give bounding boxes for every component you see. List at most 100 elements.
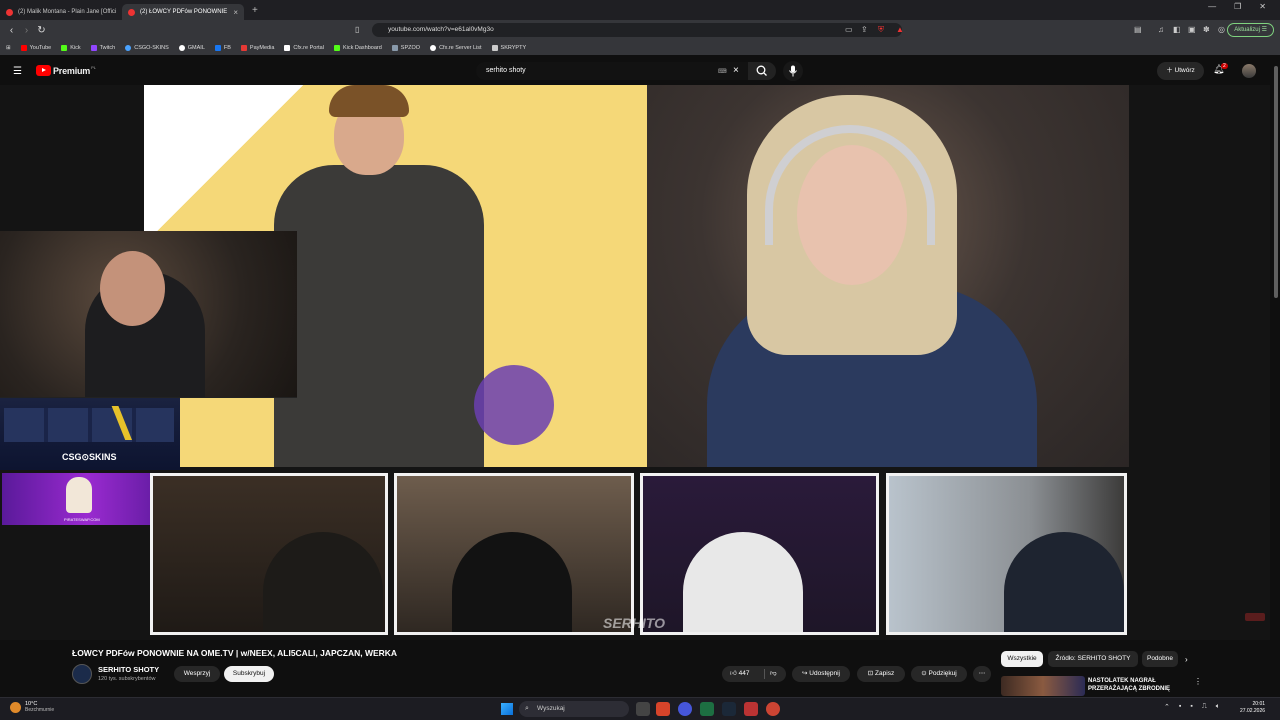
create-label: Utwórz [1174,67,1195,74]
share-icon: ↪ [802,670,808,677]
vpn-icon[interactable]: ◎ [1218,25,1225,34]
browser-tab-strip: (2) Malik Montana - Plain Jane [Offici (… [0,0,1280,20]
support-button[interactable]: Wesprzyj [174,666,220,682]
update-browser-button[interactable]: Aktualizuj ☰ [1227,23,1274,37]
close-tab-icon[interactable]: × [233,8,238,17]
wallet-icon[interactable]: ▣ [1188,25,1196,34]
bookmark-skrypty[interactable]: SKRYPTY [491,44,526,51]
logo-text: Premium [53,65,91,76]
app-icon[interactable] [744,702,758,716]
channel-avatar[interactable] [72,664,92,684]
folder-icon [391,44,398,51]
end-card-icon[interactable] [1245,613,1265,621]
bookmark-paymedia[interactable]: PayMedia [240,44,274,51]
scrollbar-thumb[interactable] [1274,66,1278,298]
brave-shield-icon[interactable]: ⛨ [878,25,884,35]
taskbar-clock[interactable]: 20:01 27.02.2026 [1240,701,1265,715]
apps-grid-icon[interactable]: ⊞ [6,45,11,51]
maximize-icon[interactable]: ❐ [1234,2,1241,11]
search-button[interactable] [748,62,776,80]
bookmark-csgo-skins[interactable]: CSGO-SKINS [125,44,169,51]
excel-icon[interactable] [700,702,714,716]
voice-search-button[interactable] [783,61,803,81]
video-player[interactable]: CSG⊙SKINS PIRATESWAP.COM SERHITO [0,85,1270,640]
bookmark-cfx-portal[interactable]: Cfx.re Portal [284,44,324,51]
like-button[interactable]: 👍︎ 447 [730,670,749,677]
url-field[interactable]: youtube.com/watch?v=e61al0vMg3o [372,23,902,37]
tray-chevron-up-icon[interactable]: ⌃ [1164,703,1170,711]
minimize-icon[interactable]: — [1208,2,1216,11]
bookmark-kick-dashboard[interactable]: Kick Dashboard [333,44,382,51]
clock-time: 20:01 [1252,701,1266,707]
thanks-label: Podziękuj [928,670,957,677]
bookmark-cfx-server-list[interactable]: Cfx.re Server List [430,44,482,51]
channel-name[interactable]: SERHITO SHOTY [98,665,159,674]
more-actions-button[interactable]: ⋯ [973,666,991,682]
tray-app-icon[interactable]: ▪ [1190,703,1192,711]
create-button[interactable]: ＋ Utwórz [1157,62,1204,80]
close-window-icon[interactable]: ✕ [1259,2,1266,11]
steam-icon[interactable] [722,702,736,716]
bookmark-spzoo[interactable]: SPZOO [391,44,420,51]
share-page-icon[interactable]: ⇪ [861,25,868,34]
more-vertical-icon[interactable]: ⋮ [1194,677,1202,686]
chevron-right-icon[interactable]: › [1185,655,1188,664]
discord-icon[interactable] [678,702,692,716]
task-view-icon[interactable] [636,702,650,716]
tray-app-icon[interactable]: ▪ [1179,703,1181,711]
browser-tab[interactable]: (2) Malik Montana - Plain Jane [Offici [0,4,122,20]
streamer-webcam-overlay [0,231,297,398]
bookmark-fb[interactable]: FB [214,44,231,51]
network-icon[interactable]: ⎍ [1202,703,1207,711]
account-avatar[interactable] [1242,64,1256,78]
browser-tab-active[interactable]: (2) ŁOWCY PDFów PONOWNIE × [122,4,244,20]
window-controls: — ❐ ✕ [1208,2,1280,11]
new-tab-icon[interactable]: + [252,5,258,16]
save-button[interactable]: ⊡ Zapisz [857,666,905,682]
chip-all[interactable]: Wszystkie [1001,651,1043,667]
back-icon[interactable]: ‹ [4,25,19,36]
chip-similar[interactable]: Podobne [1142,651,1178,667]
volume-icon[interactable]: 🔈︎ [1216,703,1220,711]
extensions-icon[interactable]: ✽ [1203,25,1210,34]
microphone-icon [789,65,797,77]
bookmark-label: Kick Dashboard [342,44,382,51]
clear-search-icon[interactable]: × [733,65,739,76]
bookmark-gmail[interactable]: GMAIL [178,44,205,51]
reading-list-icon[interactable]: ◧ [1173,25,1181,34]
chip-source[interactable]: Źródło: SERHITO SHOTY [1048,651,1138,667]
subscribe-button[interactable]: Subskrybuj [224,666,274,682]
bookmark-page-icon[interactable]: ▯ [355,25,359,34]
windows-start-icon[interactable] [501,703,513,715]
youtube-premium-logo[interactable]: Premium PL [36,65,96,76]
ad-label: CSG⊙SKINS [62,452,117,462]
dislike-button[interactable]: 👎︎ [770,666,777,682]
youtube-favicon-icon [128,8,135,16]
guest-webcam-2 [394,473,634,635]
keyboard-icon[interactable]: ⌨ [718,68,727,75]
recommended-title[interactable]: NASTOLATEK NAGRAŁ PRZERAŻAJĄCĄ ZBRODNIĘ [1088,677,1188,693]
media-icon[interactable]: ♫ [1158,25,1164,34]
picture-in-picture-icon[interactable]: ▭ [845,25,853,34]
browser-tab-title: (2) ŁOWCY PDFów PONOWNIE [140,9,228,15]
person-face [100,251,165,326]
recommended-thumbnail[interactable] [1001,676,1085,696]
weather-widget[interactable]: 10°C Bezchmurnie [10,701,54,713]
search-input[interactable]: serhito shoty [476,62,748,80]
bookmark-youtube[interactable]: YouTube [20,44,51,51]
hamburger-menu-icon[interactable]: ☰ [13,66,22,77]
brave-browser-icon[interactable] [656,702,670,716]
share-button[interactable]: ↪ Udostępnij [792,666,850,682]
taskbar-search[interactable]: ⌕ Wyszukaj [519,701,629,717]
thanks-button[interactable]: ⊙ Podziękuj [911,666,967,682]
forward-icon[interactable]: › [19,25,34,36]
bookmark-twitch[interactable]: Twitch [90,44,115,51]
reload-icon[interactable]: ↻ [34,25,49,36]
brave-rewards-icon[interactable]: ▲ [896,25,904,34]
youtube-play-icon [36,65,51,76]
browser-tab-title: (2) Malik Montana - Plain Jane [Offici [18,9,117,15]
bookmark-kick[interactable]: Kick [61,44,81,51]
sidebar-toggle-icon[interactable]: ▤ [1134,25,1142,34]
folder-icon [491,44,498,51]
chrome-icon[interactable] [766,702,780,716]
